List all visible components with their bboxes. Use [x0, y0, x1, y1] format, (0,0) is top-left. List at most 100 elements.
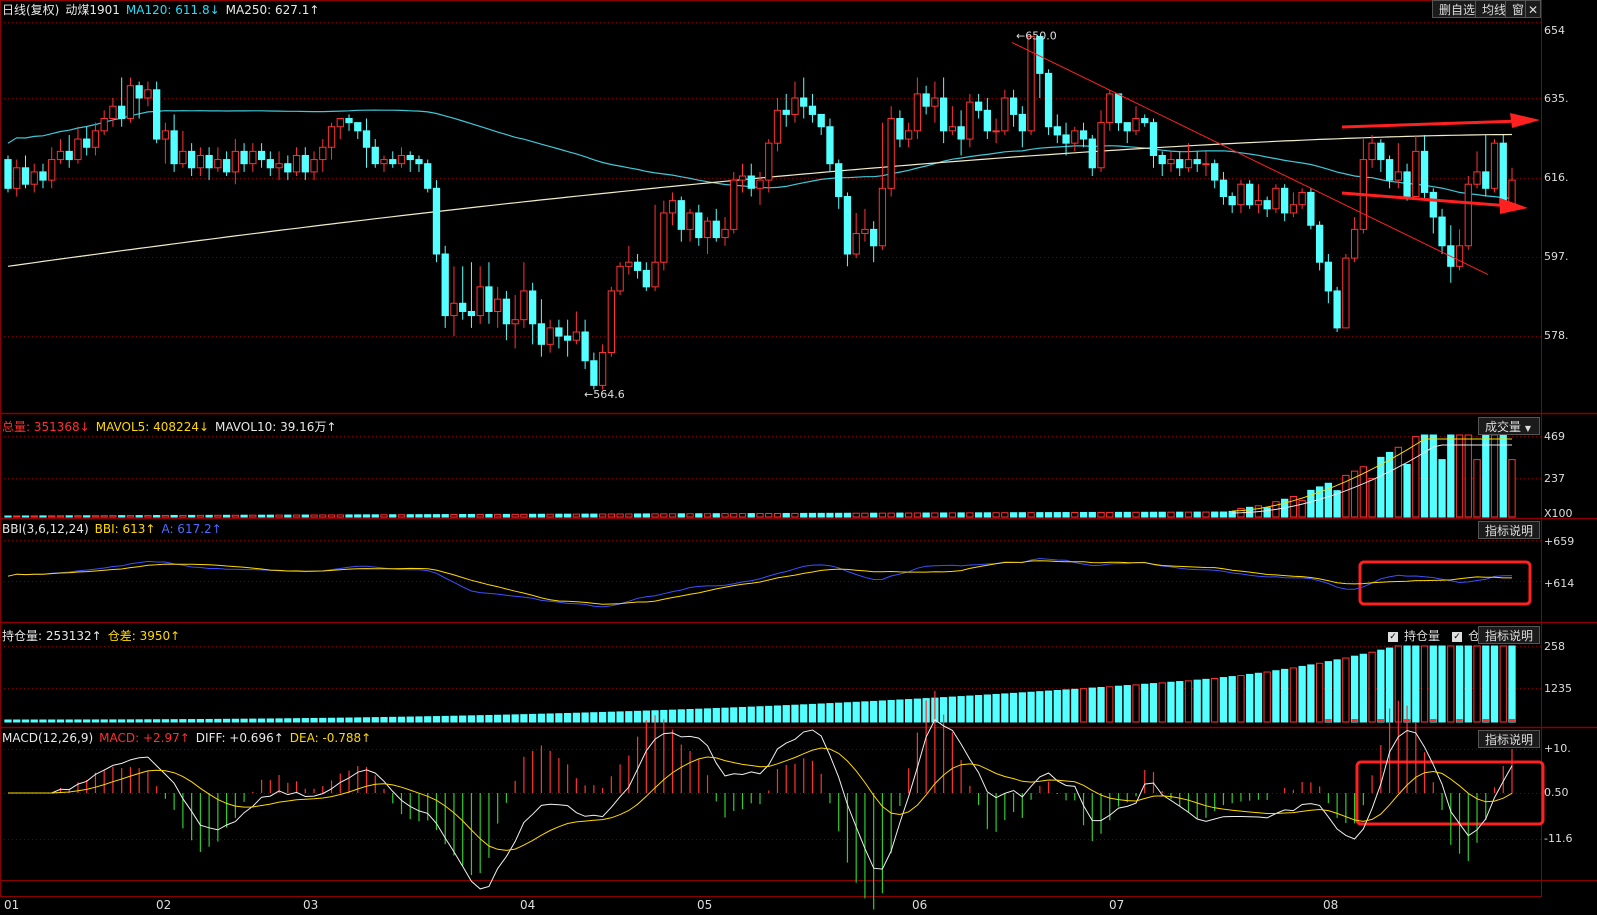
volume-dropdown[interactable]: 成交量 ▼ [1478, 417, 1540, 435]
candle-body [74, 138, 82, 161]
candle-body [1132, 118, 1140, 132]
candle-body [1281, 187, 1289, 214]
volume-bar [336, 514, 344, 518]
candle-body [1158, 154, 1166, 165]
volume-bar [1482, 434, 1490, 518]
candle-body [249, 150, 257, 165]
volume-bar [1053, 512, 1061, 518]
candle-body [21, 167, 30, 185]
macd-name: MACD(12,26,9) [2, 731, 94, 745]
oi-bar [56, 719, 65, 723]
candle-body [153, 89, 161, 140]
volume-bar [1071, 512, 1079, 518]
chart-canvas[interactable]: ←650.0 ←564.6 [0, 0, 1597, 915]
oi-bar [852, 701, 860, 723]
upper-arrow-line [1341, 119, 1521, 129]
candle-body [1333, 290, 1341, 329]
volume-bar [1001, 512, 1009, 518]
oi-bar [887, 699, 895, 723]
volume-bar [424, 514, 432, 518]
candle-body [1324, 261, 1333, 292]
candle-body [1315, 224, 1324, 263]
oi-bar [616, 711, 624, 723]
volume-bar [371, 514, 379, 518]
oi-bar [4, 719, 12, 723]
volume-bar [21, 515, 30, 518]
oi-bar [546, 713, 554, 723]
volume-bar [782, 512, 790, 518]
oi-bar [1009, 692, 1018, 723]
volume-bar [397, 514, 406, 518]
candle-body [1219, 179, 1228, 198]
candle-body [1307, 191, 1315, 226]
oi-bar [913, 698, 922, 723]
oi-bar [354, 717, 362, 723]
bbi-a-value: A: 617.2↑ [161, 522, 222, 536]
oi-bar [773, 705, 782, 723]
candle-body [459, 302, 467, 312]
volume-bar [686, 513, 694, 518]
volume-bar [563, 513, 572, 518]
chevron-down-icon: ▼ [1524, 424, 1531, 433]
volume-bar [450, 514, 458, 518]
candle-body [974, 101, 983, 111]
volume-bar [100, 515, 108, 518]
candle-body [1149, 122, 1158, 156]
candle-body [1490, 142, 1499, 189]
candle-body [686, 212, 694, 230]
oi-bar [756, 706, 764, 723]
close-icon[interactable]: ✕ [1525, 0, 1541, 18]
volume-bar [13, 515, 21, 518]
candle-body [1071, 130, 1079, 144]
volume-bar [319, 514, 327, 518]
volume-bar [494, 513, 502, 518]
candle-body [494, 298, 502, 312]
candle-body [913, 93, 922, 132]
oi-explain-button[interactable]: 指标说明 [1478, 626, 1540, 644]
oi-bar [1333, 659, 1341, 723]
candle-body [870, 228, 878, 247]
candle-body [126, 85, 135, 120]
macd-header: MACD(12,26,9) MACD: +2.97↑ DIFF: +0.696↑ DE… [2, 731, 377, 745]
volume-bar [695, 513, 703, 518]
volume-bar [1176, 511, 1184, 518]
candle-body [56, 150, 65, 161]
oi-bar [1053, 689, 1061, 723]
volume-bar [380, 514, 388, 518]
volume-bar [459, 514, 467, 518]
oi-bar [625, 711, 633, 723]
volume-bar [1219, 511, 1228, 518]
oi-bar [319, 717, 327, 723]
candle-body [48, 159, 56, 181]
oi-bar [1490, 645, 1499, 723]
macd-explain-button[interactable]: 指标说明 [1478, 730, 1540, 748]
oi-bar [336, 717, 344, 723]
oi-checkbox[interactable]: ✓ 持仓量 [1388, 629, 1446, 643]
oi-bar [537, 713, 546, 723]
volume-bar [1036, 512, 1044, 518]
candle-body [1097, 122, 1105, 169]
oi-diff-bar [1456, 719, 1463, 722]
x-tick: 01 [4, 898, 20, 912]
bbi-explain-button[interactable]: 指标说明 [1478, 521, 1540, 539]
candle-body [266, 159, 274, 169]
volume-bar [205, 514, 213, 518]
volume-bar [502, 513, 511, 518]
volume-bar [1499, 434, 1507, 518]
volume-bar [520, 513, 528, 518]
candle-body [1114, 93, 1123, 124]
candle-body [1368, 142, 1376, 161]
volume-bar [861, 512, 869, 518]
volume-bar [1088, 511, 1096, 518]
oi-bar [30, 719, 38, 723]
volume-bar [1193, 511, 1201, 518]
volume-bar [808, 512, 817, 518]
oi-bar [109, 719, 117, 723]
oi-bar [1228, 676, 1236, 723]
volume-bar [800, 512, 808, 518]
oi-bar [861, 701, 869, 723]
oi-bar [292, 718, 301, 723]
ma250-label: MA250: 627.1↑ [225, 3, 320, 17]
oi-bar [21, 719, 30, 723]
volume-bars [4, 434, 1516, 518]
